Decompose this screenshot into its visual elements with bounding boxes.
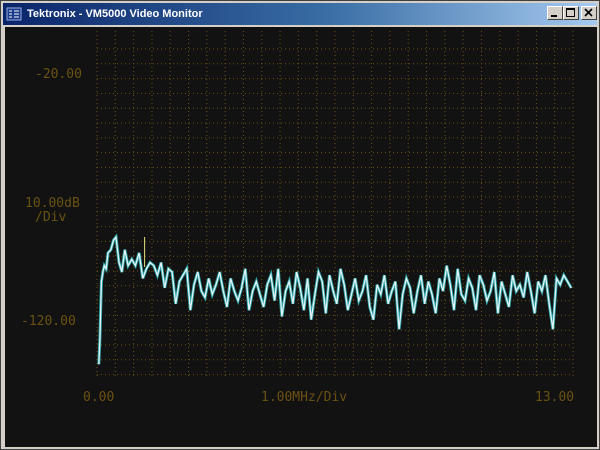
bottom-level-label: -120.00 — [21, 314, 76, 329]
x-scale-label: 1.00MHz/Div — [261, 390, 347, 405]
scale-label: 10.00dB /Div — [25, 196, 88, 225]
minimize-icon — [551, 15, 557, 17]
close-button[interactable] — [581, 6, 597, 20]
maximize-icon — [566, 8, 575, 17]
minimize-button[interactable] — [547, 6, 563, 20]
window-title: Tektronix - VM5000 Video Monitor — [27, 8, 203, 20]
spectrum-display: -20.00 10.00dB /Div -120.00 0.00 1.00MHz… — [21, 31, 574, 405]
ref-level-label: -20.00 — [35, 67, 82, 82]
x-start-label: 0.00 — [83, 390, 114, 405]
maximize-button[interactable] — [563, 6, 579, 20]
scale-label-line2: /Div — [35, 210, 66, 225]
app-window: Tektronix - VM5000 Video Monitor -20.00 … — [0, 0, 600, 450]
title-bar[interactable]: Tektronix - VM5000 Video Monitor — [3, 3, 597, 25]
close-icon — [584, 8, 593, 17]
monitor-screen: -20.00 10.00dB /Div -120.00 0.00 1.00MHz… — [5, 27, 597, 447]
scale-label-line1: 10.00dB — [25, 196, 80, 211]
app-icon — [6, 7, 22, 21]
x-stop-label: 13.00 — [535, 390, 574, 405]
graticule — [96, 31, 574, 379]
